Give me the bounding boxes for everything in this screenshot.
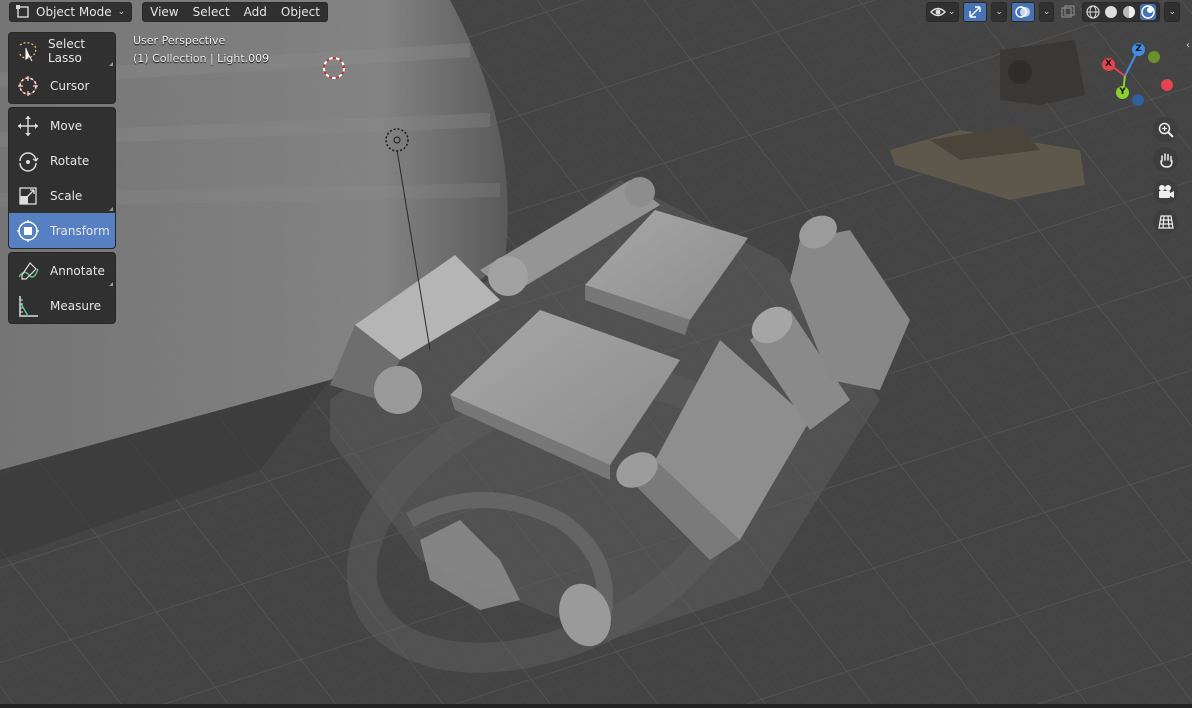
bottom-divider (0, 704, 1192, 708)
gizmo-icon (969, 6, 982, 18)
rotate-icon (15, 148, 41, 174)
select-lasso-icon (15, 38, 39, 64)
zoom-icon (1158, 122, 1174, 138)
overlay-toggle[interactable] (1010, 2, 1035, 22)
tool-label: Select Lasso (48, 36, 86, 65)
solid-shading-icon[interactable] (1104, 5, 1118, 19)
tool-label: Move (50, 118, 83, 133)
tool-label: Transform (50, 223, 110, 238)
tool-corner-indicator (109, 62, 113, 66)
navigation-gizmo[interactable]: Z X Y (1098, 40, 1176, 110)
object-mode-icon (16, 5, 29, 18)
gizmo-x-axis[interactable]: X (1102, 58, 1115, 71)
tool-scale[interactable]: Scale (9, 178, 115, 213)
xray-icon (1061, 5, 1076, 18)
move-icon (15, 113, 41, 139)
chevron-down-icon: ⌄ (995, 7, 1003, 17)
material-shading-icon[interactable] (1122, 5, 1136, 19)
rendered-shading-icon (1141, 5, 1156, 19)
ortho-toggle-button[interactable] (1153, 209, 1178, 234)
mode-label: Object Mode (36, 5, 112, 19)
tool-annotate[interactable]: Annotate (9, 253, 115, 288)
tool-transform[interactable]: Transform (9, 213, 115, 248)
tool-measure[interactable]: Measure (9, 288, 115, 323)
transform-icon (15, 218, 41, 244)
annotate-icon (15, 258, 41, 284)
camera-view-button[interactable] (1153, 179, 1178, 204)
chevron-down-icon: ⌄ (1168, 7, 1176, 17)
tool-cursor[interactable]: Cursor (9, 68, 115, 103)
tool-rotate[interactable]: Rotate (9, 143, 115, 178)
3d-viewport[interactable]: Object Mode ⌄ View Select Add Object ⌄ ⌄… (0, 0, 1192, 704)
chevron-down-icon: ⌄ (947, 7, 956, 17)
tool-label: Measure (50, 298, 101, 313)
grid-ortho-icon (1157, 214, 1174, 229)
gizmo-dropdown[interactable]: ⌄ (991, 2, 1007, 22)
rendered-shading-active[interactable] (1140, 4, 1157, 20)
menu-view[interactable]: View (143, 3, 185, 21)
scale-icon (15, 183, 41, 209)
mode-selector[interactable]: Object Mode ⌄ (9, 2, 133, 22)
tool-move[interactable]: Move (9, 108, 115, 143)
tool-select-lasso[interactable]: Select Lasso (9, 33, 115, 68)
sidebar-toggle-icon[interactable]: ‹ (1186, 40, 1190, 51)
header-right: ⌄ ⌄ ⌄ ⌄ (925, 2, 1180, 22)
wireframe-shading-icon[interactable] (1086, 5, 1101, 19)
tool-corner-indicator (109, 207, 113, 211)
scene-render (0, 0, 1192, 704)
xray-toggle[interactable] (1058, 2, 1078, 22)
menu-select[interactable]: Select (186, 3, 237, 21)
visibility-button[interactable]: ⌄ (925, 2, 960, 22)
tool-corner-indicator (109, 282, 113, 286)
visibility-eye-icon (929, 7, 946, 17)
menu-object[interactable]: Object (274, 3, 327, 21)
tool-label: Cursor (50, 78, 90, 93)
header-left: Object Mode ⌄ View Select Add Object (9, 2, 328, 22)
toolbar-select-group: Select Lasso Cursor (8, 32, 116, 104)
chevron-down-icon: ⌄ (1042, 7, 1051, 17)
gizmo-z-axis[interactable]: Z (1132, 43, 1145, 56)
viewport-collection: (1) Collection | Light.009 (133, 52, 270, 65)
viewport-perspective: User Perspective (133, 34, 226, 47)
tool-label: Rotate (50, 153, 90, 168)
overlay-icon (1015, 6, 1030, 18)
tool-label: Annotate (50, 263, 105, 278)
chevron-down-icon: ⌄ (117, 7, 126, 17)
overlay-dropdown[interactable]: ⌄ (1038, 2, 1055, 22)
shading-group (1082, 2, 1161, 22)
toolbar-annotate-group: Annotate Measure (8, 252, 116, 324)
pan-button[interactable] (1153, 147, 1178, 172)
pan-hand-icon (1159, 152, 1173, 168)
camera-icon (1158, 184, 1174, 198)
gizmo-y-axis[interactable]: Y (1116, 86, 1129, 99)
shading-dropdown[interactable]: ⌄ (1164, 2, 1180, 22)
zoom-button[interactable] (1153, 117, 1178, 142)
cursor-icon (15, 73, 41, 99)
gizmo-toggle[interactable] (963, 2, 988, 22)
header-menus: View Select Add Object (142, 2, 328, 22)
toolbar-transform-group: Move Rotate Scale Transform (8, 107, 116, 249)
menu-add[interactable]: Add (237, 3, 274, 21)
tool-label: Scale (50, 188, 83, 203)
measure-icon (15, 293, 41, 319)
